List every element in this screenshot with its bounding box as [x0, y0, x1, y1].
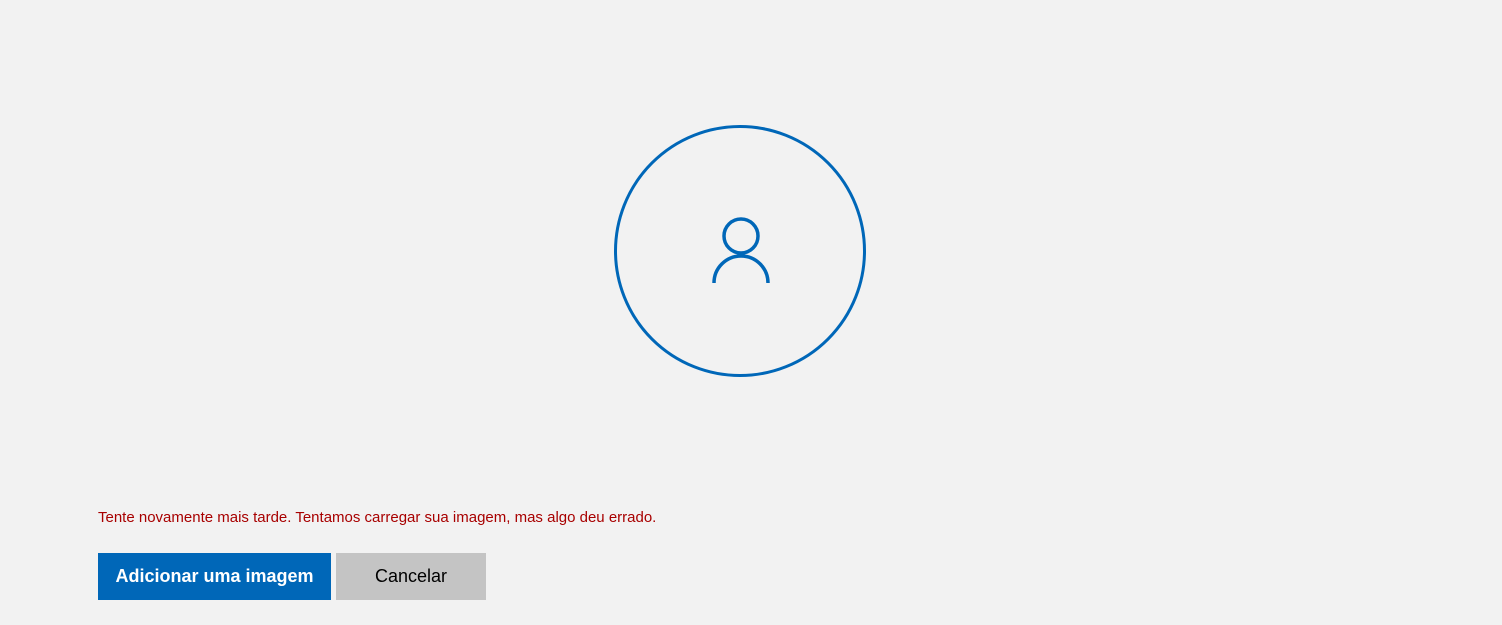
person-icon [712, 217, 770, 284]
cancel-button[interactable]: Cancelar [336, 553, 486, 600]
avatar-placeholder [614, 125, 866, 377]
profile-picture-page: Tente novamente mais tarde. Tentamos car… [0, 0, 1502, 625]
error-message: Tente novamente mais tarde. Tentamos car… [98, 509, 657, 526]
add-image-button[interactable]: Adicionar uma imagem [98, 553, 331, 600]
